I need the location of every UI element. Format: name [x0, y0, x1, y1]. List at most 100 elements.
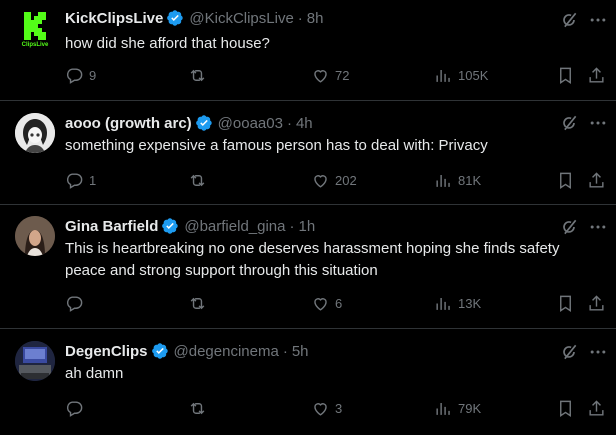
- bookmark-icon[interactable]: [556, 171, 575, 190]
- handle[interactable]: @ooaa03: [218, 115, 283, 132]
- timestamp[interactable]: 1h: [299, 218, 316, 235]
- more-icon[interactable]: [588, 342, 608, 362]
- bookmark-icon[interactable]: [556, 399, 575, 418]
- verified-badge-icon: [151, 343, 168, 359]
- timestamp[interactable]: 8h: [307, 10, 324, 27]
- reply-icon: [66, 173, 83, 189]
- avatar[interactable]: [15, 216, 55, 256]
- like-count: 3: [335, 401, 343, 416]
- views-icon: [436, 402, 450, 415]
- reply-count: 9: [89, 68, 97, 83]
- tweet-4[interactable]: DegenClips @degencinema · 5h ah damn 3 7…: [0, 329, 616, 435]
- grok-icon[interactable]: [559, 342, 579, 362]
- like-button[interactable]: 72: [311, 66, 349, 85]
- reply-button[interactable]: [65, 294, 89, 313]
- bookmark-icon[interactable]: [556, 294, 575, 313]
- repost-button[interactable]: [188, 399, 212, 418]
- tweet-text-line: ah damn: [65, 365, 124, 382]
- verified-badge-icon: [167, 10, 184, 26]
- grok-icon[interactable]: [559, 113, 579, 133]
- action-bar: 9 72 105K: [0, 66, 616, 86]
- views-icon: [436, 297, 450, 310]
- tweet-text-line: something expensive a famous person has …: [65, 137, 488, 154]
- grok-icon[interactable]: [559, 10, 579, 30]
- tweet-text: something expensive a famous person has …: [65, 135, 605, 157]
- tweet-header: DegenClips @degencinema · 5h: [65, 341, 309, 361]
- display-name[interactable]: KickClipsLive: [65, 10, 163, 27]
- share-icon[interactable]: [587, 399, 606, 418]
- view-count: 79K: [458, 401, 482, 416]
- tweet-1[interactable]: ClipsLive KickClipsLive @KickClipsLive ·…: [0, 0, 616, 100]
- action-bar: 1 202 81K: [0, 171, 616, 191]
- handle[interactable]: @degencinema: [174, 343, 279, 360]
- like-count: 72: [335, 68, 350, 83]
- tweet-header: aooo (growth arc) @ooaa03 · 4h: [65, 113, 313, 133]
- display-name[interactable]: aooo (growth arc): [65, 115, 192, 132]
- action-bar: 3 79K: [0, 399, 616, 419]
- tweet-text-line: This is heartbreaking no one deserves ha…: [65, 240, 560, 257]
- heart-icon: [314, 403, 327, 416]
- tweet-text: This is heartbreaking no one deserves ha…: [65, 238, 605, 282]
- share-icon[interactable]: [587, 66, 606, 85]
- separator-dot: ·: [286, 114, 292, 132]
- repost-button[interactable]: [188, 66, 212, 85]
- like-button[interactable]: 6: [311, 294, 342, 313]
- repost-icon: [190, 297, 205, 310]
- reply-icon: [66, 296, 83, 312]
- tweet-3[interactable]: Gina Barfield @barfield_gina · 1h This i…: [0, 205, 616, 328]
- share-icon[interactable]: [587, 294, 606, 313]
- reply-button[interactable]: 1: [65, 171, 96, 190]
- reply-button[interactable]: [65, 399, 89, 418]
- display-name[interactable]: Gina Barfield: [65, 218, 158, 235]
- handle[interactable]: @KickClipsLive: [189, 10, 293, 27]
- views-button[interactable]: 13K: [434, 294, 481, 313]
- handle[interactable]: @barfield_gina: [184, 218, 285, 235]
- views-button[interactable]: 81K: [434, 171, 481, 190]
- avatar[interactable]: ClipsLive: [15, 8, 55, 48]
- repost-button[interactable]: [188, 171, 212, 190]
- views-button[interactable]: 105K: [434, 66, 488, 85]
- like-button[interactable]: 202: [311, 171, 357, 190]
- more-icon[interactable]: [588, 217, 608, 237]
- reply-icon: [66, 68, 83, 84]
- tweet-2[interactable]: aooo (growth arc) @ooaa03 · 4h something…: [0, 101, 616, 204]
- reply-icon: [66, 401, 83, 417]
- heart-icon: [314, 70, 327, 83]
- avatar-image: [15, 113, 55, 153]
- view-count: 81K: [458, 173, 482, 188]
- more-icon[interactable]: [588, 10, 608, 30]
- separator-dot: ·: [289, 217, 295, 235]
- tweet-header: Gina Barfield @barfield_gina · 1h: [65, 216, 315, 236]
- tweet-text: how did she afford that house?: [65, 33, 605, 55]
- like-button[interactable]: 3: [311, 399, 342, 418]
- avatar-image: [15, 341, 55, 381]
- avatar[interactable]: [15, 341, 55, 381]
- separator-dot: ·: [297, 9, 303, 27]
- heart-icon: [314, 298, 327, 311]
- grok-icon[interactable]: [559, 217, 579, 237]
- reply-count: 1: [89, 173, 97, 188]
- bookmark-icon[interactable]: [556, 66, 575, 85]
- views-icon: [436, 174, 450, 187]
- views-button[interactable]: 79K: [434, 399, 481, 418]
- tweet-text: ah damn: [65, 363, 605, 385]
- reply-button[interactable]: 9: [65, 66, 96, 85]
- like-count: 202: [335, 173, 357, 188]
- avatar-image: [15, 216, 55, 256]
- timestamp[interactable]: 5h: [292, 343, 309, 360]
- verified-badge-icon: [162, 218, 179, 234]
- action-bar: 6 13K: [0, 294, 616, 314]
- repost-icon: [190, 174, 205, 187]
- share-icon[interactable]: [587, 171, 606, 190]
- repost-button[interactable]: [188, 294, 212, 313]
- repost-icon: [190, 69, 205, 82]
- more-icon[interactable]: [588, 113, 608, 133]
- svg-text:ClipsLive: ClipsLive: [22, 42, 49, 48]
- display-name[interactable]: DegenClips: [65, 343, 148, 360]
- heart-icon: [314, 175, 327, 188]
- avatar[interactable]: [15, 113, 55, 153]
- tweet-header: KickClipsLive @KickClipsLive · 8h: [65, 8, 323, 28]
- view-count: 13K: [458, 296, 482, 311]
- timestamp[interactable]: 4h: [296, 115, 313, 132]
- verified-badge-icon: [195, 115, 212, 131]
